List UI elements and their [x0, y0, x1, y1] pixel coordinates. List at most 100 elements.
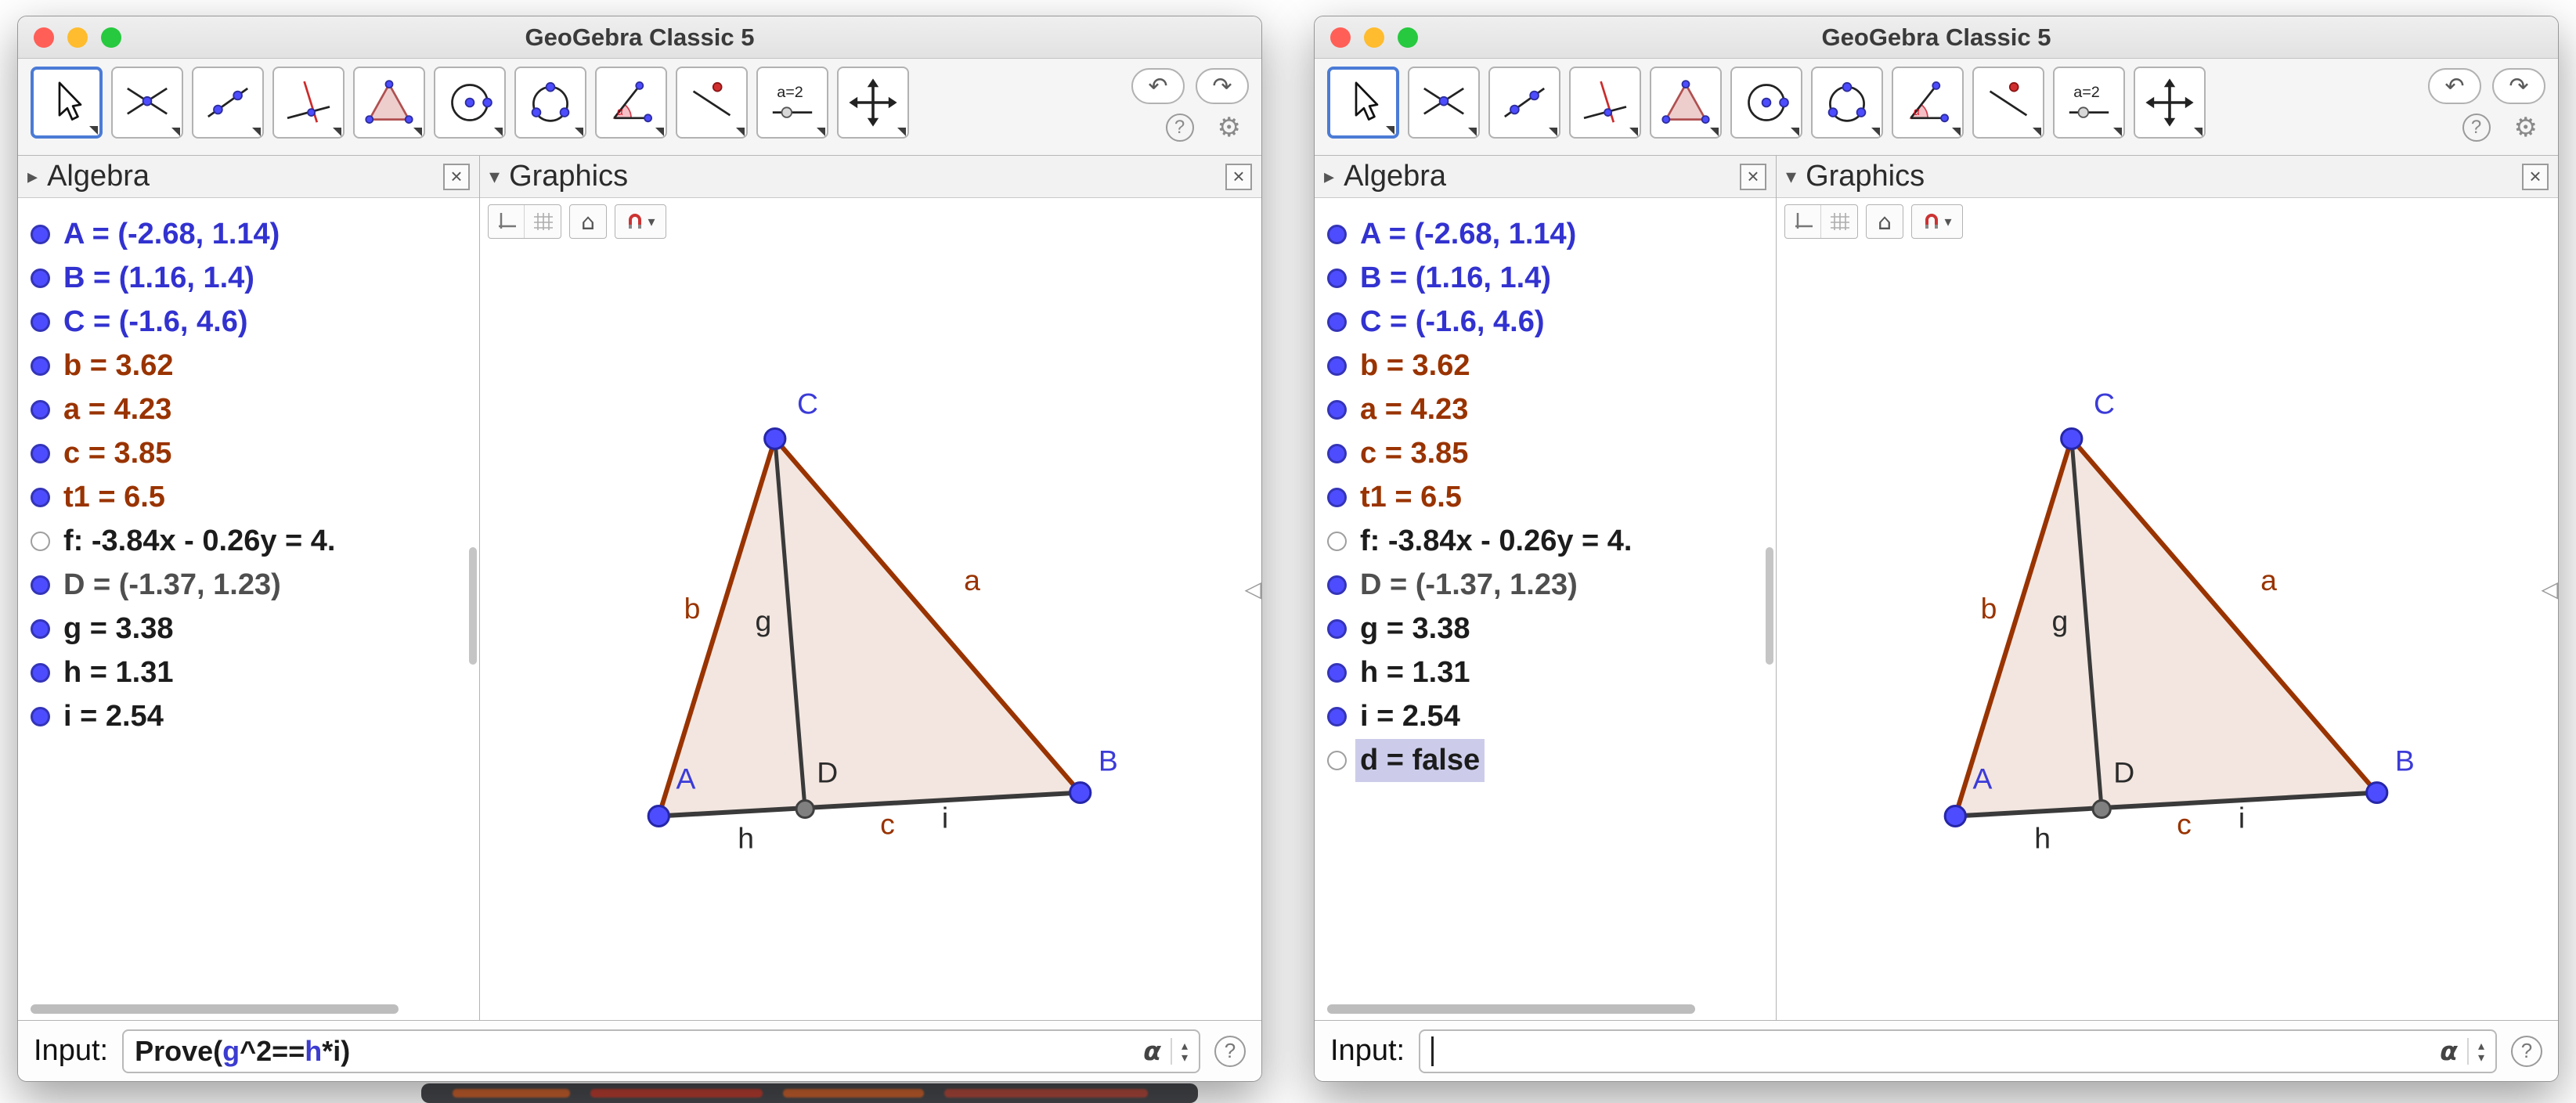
move-tool-button[interactable] — [1327, 67, 1399, 139]
undo-button[interactable]: ↶ — [1131, 68, 1185, 104]
label-a[interactable]: a — [964, 564, 980, 597]
algebra-vertical-scrollbar[interactable] — [469, 547, 477, 665]
label-B[interactable]: B — [1099, 744, 1118, 777]
algebra-vertical-scrollbar[interactable] — [1766, 547, 1773, 665]
algebra-item[interactable]: h = 1.31 — [31, 651, 479, 694]
algebra-item[interactable]: D = (-1.37, 1.23) — [31, 563, 479, 607]
visibility-dot-icon[interactable] — [31, 268, 50, 288]
algebra-item[interactable]: B = (1.16, 1.4) — [1327, 256, 1776, 300]
algebra-item[interactable]: c = 3.85 — [31, 431, 479, 475]
label-a[interactable]: a — [2260, 564, 2277, 597]
algebra-item[interactable]: C = (-1.6, 4.6) — [1327, 300, 1776, 344]
tool-dropdown-icon[interactable] — [1468, 128, 1477, 136]
input-help-icon[interactable]: ? — [2511, 1035, 2542, 1067]
visibility-dot-icon[interactable] — [31, 575, 50, 595]
input-history-stepper[interactable]: ▴ ▾ — [2478, 1039, 2484, 1063]
algebra-item[interactable]: h = 1.31 — [1327, 651, 1776, 694]
move-graphics-view-tool-button[interactable] — [837, 67, 909, 139]
label-i[interactable]: i — [2239, 802, 2245, 834]
tool-dropdown-icon[interactable] — [171, 128, 180, 136]
tool-dropdown-icon[interactable] — [2033, 128, 2041, 136]
standard-view-home-button[interactable]: ⌂ — [1867, 205, 1903, 238]
collapse-panel-arrow-icon[interactable]: ◁ — [1244, 576, 1261, 602]
point-B[interactable] — [2365, 781, 2389, 805]
visibility-dot-icon[interactable] — [31, 706, 50, 726]
close-panel-icon[interactable]: × — [1740, 163, 1766, 190]
visibility-dot-icon[interactable] — [31, 443, 50, 463]
algebra-item[interactable]: d = false — [1327, 738, 1776, 782]
stepper-down-icon[interactable]: ▾ — [2478, 1051, 2484, 1063]
reflection-tool-button[interactable] — [676, 67, 748, 139]
alpha-symbols-button[interactable]: α — [2440, 1036, 2458, 1066]
close-panel-icon[interactable]: × — [443, 163, 470, 190]
circle-three-points-tool-button[interactable] — [1811, 67, 1883, 139]
slider-tool-button[interactable]: a=2 — [2053, 67, 2125, 139]
close-panel-icon[interactable]: × — [2522, 163, 2549, 190]
disclosure-triangle-icon[interactable]: ▾ — [489, 165, 500, 189]
alpha-symbols-button[interactable]: α — [1143, 1036, 1161, 1066]
move-tool-button[interactable] — [31, 67, 103, 139]
help-icon[interactable]: ? — [1165, 114, 1194, 142]
algebra-horizontal-scrollbar[interactable] — [31, 1004, 399, 1014]
tool-dropdown-icon[interactable] — [1549, 128, 1557, 136]
algebra-item[interactable]: A = (-2.68, 1.14) — [31, 212, 479, 256]
stepper-down-icon[interactable]: ▾ — [1182, 1051, 1188, 1063]
zoom-window-button[interactable] — [1398, 27, 1418, 48]
title-bar[interactable]: GeoGebra Classic 5 — [1315, 16, 2558, 59]
visibility-dot-icon[interactable] — [1327, 487, 1347, 507]
point-C[interactable] — [2060, 427, 2084, 450]
visibility-dot-icon[interactable] — [31, 399, 50, 420]
label-D[interactable]: D — [817, 756, 838, 789]
label-c[interactable]: c — [2177, 808, 2192, 841]
graphics-view[interactable]: ⌂ ▾ C A B D b g a h c i ◁ — [1777, 198, 2558, 1020]
point-D[interactable] — [2091, 799, 2112, 819]
point-tool-button[interactable] — [1408, 67, 1480, 139]
visibility-dot-icon[interactable] — [1327, 750, 1347, 770]
disclosure-triangle-icon[interactable]: ▸ — [27, 165, 38, 189]
visibility-dot-icon[interactable] — [1327, 268, 1347, 288]
algebra-item[interactable]: f: -3.84x - 0.26y = 4. — [1327, 519, 1776, 563]
visibility-dot-icon[interactable] — [31, 224, 50, 244]
move-graphics-view-tool-button[interactable] — [2134, 67, 2206, 139]
algebra-item[interactable]: f: -3.84x - 0.26y = 4. — [31, 519, 479, 563]
graphics-view[interactable]: ⌂ ▾ C A B D b g a h c i ◁ — [480, 198, 1261, 1020]
point-capturing-dropdown[interactable]: ▾ — [615, 205, 666, 238]
visibility-dot-icon[interactable] — [1327, 443, 1347, 463]
algebra-item[interactable]: b = 3.62 — [31, 344, 479, 387]
toggle-axes-button[interactable] — [489, 205, 525, 238]
collapse-panel-arrow-icon[interactable]: ◁ — [2541, 576, 2558, 602]
tool-dropdown-icon[interactable] — [89, 126, 98, 135]
point-B[interactable] — [1069, 781, 1092, 805]
label-D[interactable]: D — [2113, 756, 2134, 789]
algebra-panel-header[interactable]: ▸ Algebra × — [1315, 156, 1776, 198]
visibility-dot-icon[interactable] — [31, 531, 50, 551]
tool-dropdown-icon[interactable] — [494, 128, 503, 136]
polygon-tool-button[interactable] — [353, 67, 425, 139]
close-panel-icon[interactable]: × — [1225, 163, 1252, 190]
toggle-grid-button[interactable] — [1821, 205, 1857, 238]
graphics-panel-header[interactable]: ▾ Graphics × — [1777, 156, 2558, 198]
visibility-dot-icon[interactable] — [1327, 531, 1347, 551]
tool-dropdown-icon[interactable] — [2194, 128, 2203, 136]
polygon-tool-button[interactable] — [1650, 67, 1722, 139]
perpendicular-line-tool-button[interactable] — [1569, 67, 1641, 139]
undo-button[interactable]: ↶ — [2428, 68, 2481, 104]
tool-dropdown-icon[interactable] — [413, 128, 422, 136]
label-b[interactable]: b — [684, 592, 701, 625]
circle-three-points-tool-button[interactable] — [514, 67, 586, 139]
disclosure-triangle-icon[interactable]: ▾ — [1786, 165, 1796, 189]
tool-dropdown-icon[interactable] — [1629, 128, 1638, 136]
label-g[interactable]: g — [756, 604, 772, 637]
reflection-tool-button[interactable] — [1972, 67, 2044, 139]
label-c[interactable]: c — [880, 808, 895, 841]
line-tool-button[interactable] — [1488, 67, 1560, 139]
circle-tool-button[interactable] — [434, 67, 506, 139]
tool-dropdown-icon[interactable] — [655, 128, 664, 136]
algebra-item[interactable]: i = 2.54 — [1327, 694, 1776, 738]
algebra-horizontal-scrollbar[interactable] — [1327, 1004, 1695, 1014]
visibility-dot-icon[interactable] — [31, 662, 50, 683]
tool-dropdown-icon[interactable] — [252, 128, 261, 136]
slider-tool-button[interactable]: a=2 — [756, 67, 828, 139]
settings-gear-icon[interactable]: ⚙ — [1218, 112, 1241, 143]
command-input[interactable]: α ▴ ▾ — [1419, 1029, 2497, 1073]
